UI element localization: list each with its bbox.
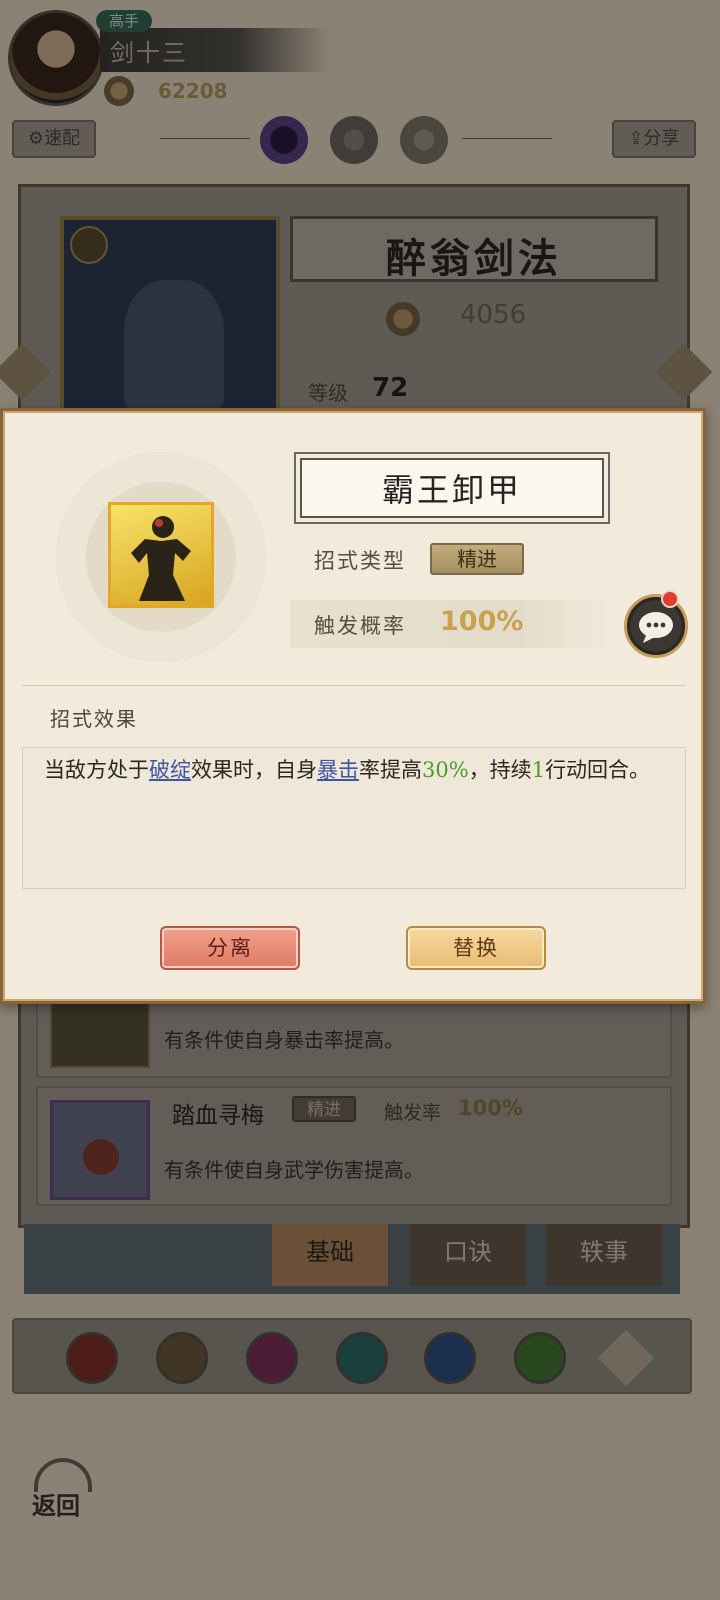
effect-text: 当敌方处于破绽效果时，自身暴击率提高30%，持续1行动回合。 bbox=[44, 756, 672, 784]
tab-basic[interactable]: 基础 bbox=[272, 1224, 388, 1286]
player-power: 62208 bbox=[158, 79, 228, 103]
keyword-flaw-link[interactable]: 破绽 bbox=[149, 758, 191, 782]
tab-mantra[interactable]: 口诀 bbox=[410, 1224, 526, 1286]
back-label[interactable]: 返回 bbox=[32, 1486, 80, 1521]
trigger-rate-value: 100% bbox=[440, 606, 524, 637]
speech-bubble-icon bbox=[639, 612, 673, 643]
chat-button[interactable] bbox=[624, 594, 688, 658]
effect-label: 招式效果 bbox=[50, 707, 138, 731]
effect-text-part: 率提高 bbox=[359, 758, 422, 782]
skill-type-tag: 精进 bbox=[430, 543, 524, 575]
split-button[interactable]: 分离 bbox=[160, 926, 300, 970]
moon-orb-icon[interactable] bbox=[260, 116, 308, 164]
power-icon bbox=[104, 76, 134, 106]
sword-sect-icon[interactable] bbox=[66, 1332, 118, 1384]
move-row[interactable]: 踏血寻梅 精进 触发率 100% 有条件使自身武学伤害提高。 bbox=[36, 1086, 672, 1206]
move-rate: 100% bbox=[458, 1096, 523, 1120]
leaf-sect-icon[interactable] bbox=[514, 1332, 566, 1384]
sword-type-icon bbox=[70, 226, 108, 264]
skill-icon bbox=[108, 502, 214, 608]
effect-percent: 30% bbox=[422, 758, 469, 782]
effect-text-part: ，持续 bbox=[468, 758, 532, 782]
section-divider bbox=[22, 685, 686, 686]
divider-left bbox=[160, 138, 250, 139]
trigger-rate-label: 触发概率 bbox=[314, 614, 406, 638]
share-button[interactable]: ⇪分享 bbox=[612, 120, 696, 158]
plum-blossom-icon bbox=[83, 1139, 119, 1175]
effect-text-part: 效果时，自身 bbox=[191, 758, 317, 782]
martial-art-title: 醉翁剑法 bbox=[386, 235, 562, 282]
blade-sect-icon[interactable] bbox=[156, 1332, 208, 1384]
level-label: 等级 bbox=[308, 381, 348, 405]
move-rate-label: 触发率 bbox=[384, 1102, 442, 1124]
move-icon bbox=[50, 1100, 150, 1200]
quick-equip-label: 速配 bbox=[44, 128, 81, 149]
keyword-crit-link[interactable]: 暴击 bbox=[317, 758, 359, 782]
move-type-tag: 精进 bbox=[292, 1096, 356, 1122]
warrior-silhouette-icon bbox=[131, 516, 191, 601]
sun-orb-icon[interactable] bbox=[330, 116, 378, 164]
martial-art-card bbox=[60, 216, 280, 416]
swordsman-figure bbox=[124, 280, 224, 410]
effect-text-part: 当敌方处于 bbox=[44, 758, 149, 782]
quick-equip-button[interactable]: ⚙速配 bbox=[12, 120, 96, 158]
share-icon: ⇪ bbox=[628, 128, 644, 149]
move-desc: 有条件使自身武学伤害提高。 bbox=[164, 1158, 424, 1182]
player-avatar[interactable] bbox=[8, 10, 104, 106]
taiji-sect-icon[interactable] bbox=[424, 1332, 476, 1384]
move-desc: 有条件使自身暴击率提高。 bbox=[164, 1028, 404, 1052]
crescent-orb-icon[interactable] bbox=[400, 116, 448, 164]
fan-sect-icon[interactable] bbox=[336, 1332, 388, 1384]
power-icon-2 bbox=[386, 302, 420, 336]
share-label: 分享 bbox=[643, 128, 680, 149]
rank-badge: 高手 bbox=[96, 10, 152, 32]
gear-icon: ⚙ bbox=[27, 128, 45, 149]
notification-dot bbox=[661, 590, 679, 608]
martial-art-power: 4056 bbox=[460, 300, 527, 330]
divider-right bbox=[462, 138, 552, 139]
effect-turns: 1 bbox=[531, 758, 546, 782]
player-name: 剑十三 bbox=[110, 39, 188, 67]
replace-button[interactable]: 替换 bbox=[406, 926, 546, 970]
skill-type-label: 招式类型 bbox=[314, 549, 406, 573]
move-name: 踏血寻梅 bbox=[172, 1103, 264, 1129]
tab-anecdote[interactable]: 轶事 bbox=[546, 1224, 662, 1286]
level-value: 72 bbox=[372, 373, 409, 403]
skill-name: 霸王卸甲 bbox=[381, 471, 522, 509]
fist-sect-icon[interactable] bbox=[246, 1332, 298, 1384]
effect-text-part: 行动回合。 bbox=[545, 758, 651, 782]
